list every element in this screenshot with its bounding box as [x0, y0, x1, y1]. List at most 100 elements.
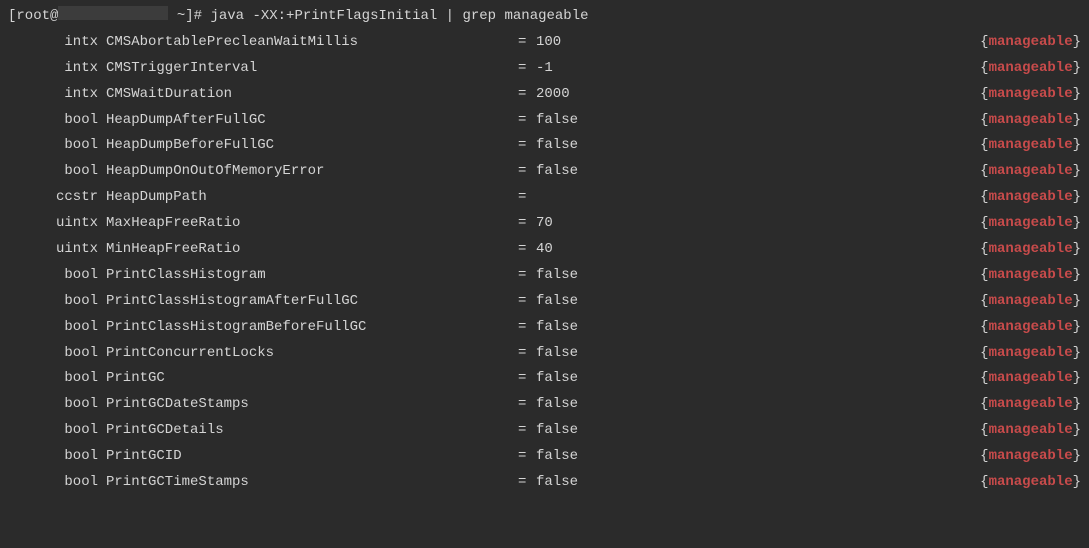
flag-row: boolPrintGCID= false{manageable} [8, 444, 1081, 470]
flag-tag-label: manageable [989, 163, 1073, 179]
flag-name: PrintClassHistogramBeforeFullGC [98, 315, 518, 341]
flag-row: uintxMinHeapFreeRatio= 40{manageable} [8, 237, 1081, 263]
flag-type: bool [8, 470, 98, 496]
equals-sign: = [518, 185, 536, 211]
flag-row: boolHeapDumpOnOutOfMemoryError= false{ma… [8, 159, 1081, 185]
equals-sign: = [518, 444, 536, 470]
flag-value: 2000 [536, 82, 980, 108]
flag-type: bool [8, 392, 98, 418]
flag-row: boolPrintGCDateStamps= false{manageable} [8, 392, 1081, 418]
flag-row: ccstrHeapDumpPath= {manageable} [8, 185, 1081, 211]
flag-value: false [536, 392, 980, 418]
flag-tag-label: manageable [989, 345, 1073, 361]
flag-value: -1 [536, 56, 980, 82]
flag-value: false [536, 133, 980, 159]
flag-type: bool [8, 133, 98, 159]
flag-type: uintx [8, 211, 98, 237]
command-text: java -XX:+PrintFlagsInitial | grep manag… [210, 8, 588, 24]
flag-tag-label: manageable [989, 396, 1073, 412]
flag-type: bool [8, 444, 98, 470]
flag-tag: {manageable} [980, 133, 1081, 159]
flag-type: bool [8, 341, 98, 367]
flags-output: intxCMSAbortablePrecleanWaitMillis= 100{… [8, 30, 1081, 496]
flag-type: bool [8, 108, 98, 134]
flag-name: PrintGCDetails [98, 418, 518, 444]
flag-tag: {manageable} [980, 341, 1081, 367]
equals-sign: = [518, 470, 536, 496]
flag-tag-label: manageable [989, 448, 1073, 464]
prompt-prefix: [root@ [8, 8, 58, 24]
flag-type: bool [8, 263, 98, 289]
flag-row: boolHeapDumpAfterFullGC= false{manageabl… [8, 108, 1081, 134]
flag-value: false [536, 470, 980, 496]
flag-value: false [536, 108, 980, 134]
flag-value: false [536, 366, 980, 392]
flag-tag-label: manageable [989, 137, 1073, 153]
flag-name: PrintClassHistogramAfterFullGC [98, 289, 518, 315]
flag-type: intx [8, 30, 98, 56]
flag-type: bool [8, 418, 98, 444]
flag-name: PrintGCDateStamps [98, 392, 518, 418]
flag-tag-label: manageable [989, 474, 1073, 490]
flag-row: boolPrintClassHistogramAfterFullGC= fals… [8, 289, 1081, 315]
flag-type: bool [8, 315, 98, 341]
flag-type: intx [8, 82, 98, 108]
flag-type: uintx [8, 237, 98, 263]
flag-name: CMSAbortablePrecleanWaitMillis [98, 30, 518, 56]
equals-sign: = [518, 56, 536, 82]
flag-tag-label: manageable [989, 86, 1073, 102]
flag-value: false [536, 341, 980, 367]
flag-tag-label: manageable [989, 370, 1073, 386]
flag-tag: {manageable} [980, 289, 1081, 315]
flag-tag-label: manageable [989, 293, 1073, 309]
equals-sign: = [518, 263, 536, 289]
flag-tag: {manageable} [980, 159, 1081, 185]
flag-name: HeapDumpOnOutOfMemoryError [98, 159, 518, 185]
flag-name: PrintGCTimeStamps [98, 470, 518, 496]
flag-value: false [536, 315, 980, 341]
flag-value: false [536, 263, 980, 289]
flag-row: boolPrintGCTimeStamps= false{manageable} [8, 470, 1081, 496]
flag-tag: {manageable} [980, 444, 1081, 470]
flag-row: boolPrintGC= false{manageable} [8, 366, 1081, 392]
equals-sign: = [518, 289, 536, 315]
flag-value [536, 185, 980, 211]
flag-name: PrintGCID [98, 444, 518, 470]
equals-sign: = [518, 341, 536, 367]
flag-tag-label: manageable [989, 241, 1073, 257]
equals-sign: = [518, 315, 536, 341]
flag-tag: {manageable} [980, 211, 1081, 237]
equals-sign: = [518, 108, 536, 134]
flag-tag-label: manageable [989, 34, 1073, 50]
flag-tag: {manageable} [980, 418, 1081, 444]
flag-tag: {manageable} [980, 56, 1081, 82]
flag-tag-label: manageable [989, 422, 1073, 438]
flag-row: boolHeapDumpBeforeFullGC= false{manageab… [8, 133, 1081, 159]
flag-type: intx [8, 56, 98, 82]
equals-sign: = [518, 82, 536, 108]
flag-tag: {manageable} [980, 237, 1081, 263]
flag-value: false [536, 289, 980, 315]
flag-name: MaxHeapFreeRatio [98, 211, 518, 237]
flag-value: false [536, 159, 980, 185]
flag-name: MinHeapFreeRatio [98, 237, 518, 263]
flag-row: intxCMSAbortablePrecleanWaitMillis= 100{… [8, 30, 1081, 56]
equals-sign: = [518, 418, 536, 444]
flag-name: CMSTriggerInterval [98, 56, 518, 82]
equals-sign: = [518, 159, 536, 185]
flag-tag: {manageable} [980, 30, 1081, 56]
equals-sign: = [518, 211, 536, 237]
flag-tag-label: manageable [989, 267, 1073, 283]
equals-sign: = [518, 133, 536, 159]
flag-name: PrintConcurrentLocks [98, 341, 518, 367]
flag-value: false [536, 418, 980, 444]
flag-tag: {manageable} [980, 315, 1081, 341]
flag-row: intxCMSWaitDuration= 2000{manageable} [8, 82, 1081, 108]
flag-type: bool [8, 366, 98, 392]
flag-row: boolPrintClassHistogram= false{manageabl… [8, 263, 1081, 289]
flag-row: boolPrintClassHistogramBeforeFullGC= fal… [8, 315, 1081, 341]
flag-name: HeapDumpPath [98, 185, 518, 211]
redacted-hostname [58, 6, 168, 20]
flag-name: HeapDumpBeforeFullGC [98, 133, 518, 159]
flag-tag-label: manageable [989, 215, 1073, 231]
